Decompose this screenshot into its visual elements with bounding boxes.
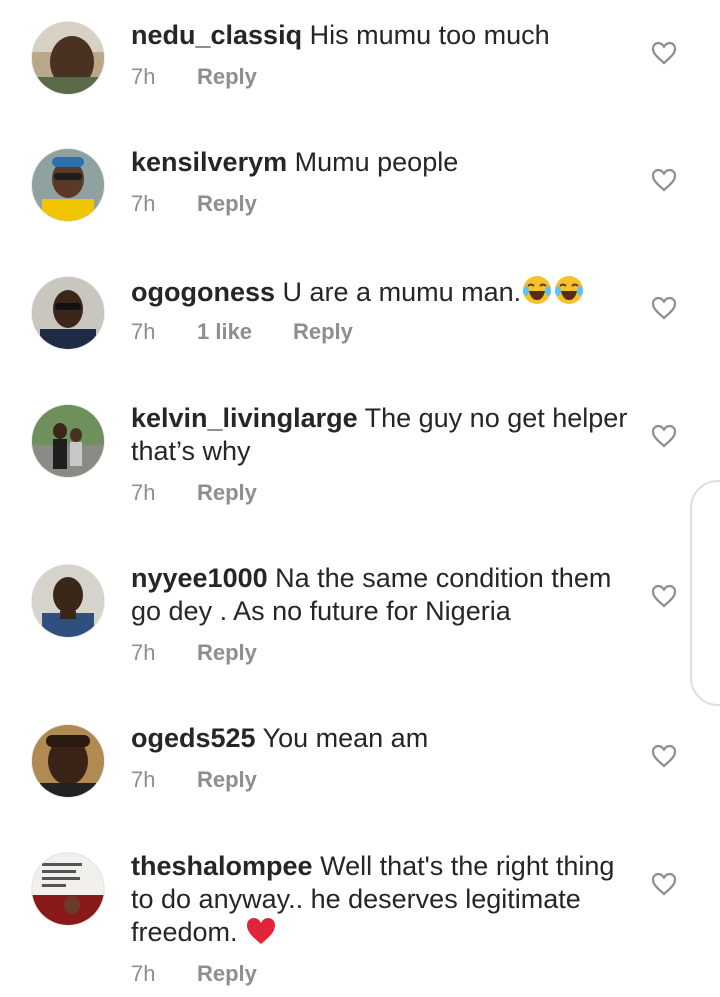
reply-button[interactable]: Reply (197, 191, 257, 217)
comment-body: You mean am (262, 723, 429, 753)
comment-text: ogogoness U are a mumu man. (131, 274, 631, 309)
comment-time: 7h (131, 767, 156, 792)
edge-panel-handle[interactable] (690, 480, 720, 706)
comment-time: 7h (131, 64, 156, 89)
comment-text: kelvin_livinglarge The guy no get helper… (131, 402, 631, 468)
comment-meta: 7h Reply (131, 767, 257, 793)
comment-body: His mumu too much (309, 20, 550, 50)
comment-username[interactable]: theshalompee (131, 851, 313, 881)
heart-icon[interactable] (651, 584, 677, 608)
avatar[interactable] (32, 405, 104, 477)
comment-text: ogeds525 You mean am (131, 722, 631, 755)
comment-text: theshalompee Well that's the right thing… (131, 850, 631, 949)
heart-icon[interactable] (651, 168, 677, 192)
avatar[interactable] (32, 277, 104, 349)
comment-time: 7h (131, 961, 156, 986)
comment-username[interactable]: nyyee1000 (131, 563, 268, 593)
heart-icon[interactable] (651, 872, 677, 896)
comment-time: 7h (131, 319, 156, 344)
reply-button[interactable]: Reply (197, 64, 257, 90)
laughing-emoji (523, 276, 552, 304)
heart-icon[interactable] (651, 744, 677, 768)
comment-meta: 7h Reply (131, 191, 257, 217)
comment-username[interactable]: kelvin_livinglarge (131, 403, 358, 433)
reply-button[interactable]: Reply (293, 319, 353, 345)
avatar-photo (32, 725, 104, 797)
likes-count[interactable]: 1 like (197, 319, 293, 345)
comment-text: nedu_classiq His mumu too much (131, 19, 631, 52)
avatar-photo (32, 853, 104, 925)
comment-body: U are a mumu man. (282, 277, 522, 307)
laughing-emoji (555, 276, 584, 304)
comment-meta: 7h Reply (131, 961, 257, 987)
avatar-photo (32, 565, 104, 637)
red-heart-emoji (247, 918, 276, 944)
comment-text: nyyee1000 Na the same condition them go … (131, 562, 631, 628)
heart-icon[interactable] (651, 41, 677, 65)
avatar[interactable] (32, 853, 104, 925)
heart-icon[interactable] (651, 296, 677, 320)
comment-meta: 7h Reply (131, 640, 257, 666)
comment-meta: 7h Reply (131, 64, 257, 90)
comment-time: 7h (131, 191, 156, 216)
comment-meta: 7h 1 like Reply (131, 319, 353, 345)
comment-body: Mumu people (294, 147, 459, 177)
reply-button[interactable]: Reply (197, 480, 257, 506)
comment-text: kensilverym Mumu people (131, 146, 631, 179)
avatar-photo (32, 405, 104, 477)
avatar[interactable] (32, 565, 104, 637)
comment-time: 7h (131, 480, 156, 505)
reply-button[interactable]: Reply (197, 961, 257, 987)
comment-time: 7h (131, 640, 156, 665)
comment-username[interactable]: ogeds525 (131, 723, 256, 753)
reply-button[interactable]: Reply (197, 767, 257, 793)
avatar-photo (32, 149, 104, 221)
heart-icon[interactable] (651, 424, 677, 448)
comment-username[interactable]: ogogoness (131, 277, 275, 307)
avatar-photo (32, 22, 104, 94)
avatar-photo (32, 277, 104, 349)
avatar[interactable] (32, 725, 104, 797)
comment-username[interactable]: kensilverym (131, 147, 287, 177)
avatar[interactable] (32, 149, 104, 221)
avatar[interactable] (32, 22, 104, 94)
comment-username[interactable]: nedu_classiq (131, 20, 302, 50)
reply-button[interactable]: Reply (197, 640, 257, 666)
comment-meta: 7h Reply (131, 480, 257, 506)
